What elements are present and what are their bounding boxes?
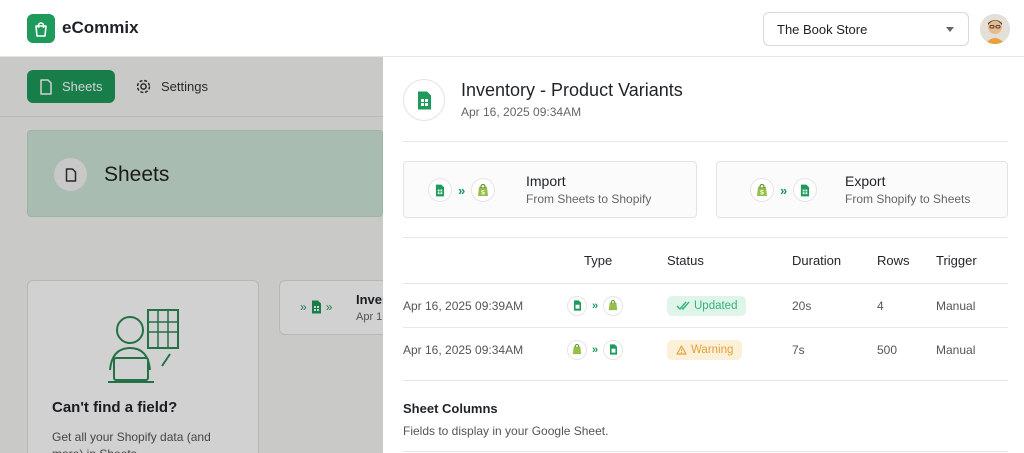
column-header-status: Status xyxy=(667,253,704,268)
sheet-detail-panel: Inventory - Product Variants Apr 16, 202… xyxy=(383,57,1024,453)
sheet-columns-subtitle: Fields to display in your Google Sheet. xyxy=(403,424,609,438)
import-subtitle: From Sheets to Shopify xyxy=(526,192,652,206)
column-header-trigger: Trigger xyxy=(936,253,977,268)
shopping-bag-icon xyxy=(35,21,47,37)
row-status: Updated xyxy=(667,284,747,327)
row-trigger: Manual xyxy=(936,298,976,313)
row-duration: 7s xyxy=(792,342,805,357)
store-selector[interactable]: The Book Store xyxy=(763,12,969,46)
row-type-import: » xyxy=(567,284,624,327)
google-sheets-icon xyxy=(793,178,818,202)
double-chevron-icon: » xyxy=(458,182,466,198)
column-header-rows: Rows xyxy=(877,253,910,268)
svg-text:S: S xyxy=(481,189,485,196)
double-chevron-icon: » xyxy=(592,299,599,312)
table-row[interactable]: Apr 16, 2025 09:34AM » Warning 7s 500 Ma… xyxy=(403,328,1008,371)
import-direction-icons: » S xyxy=(428,178,496,202)
divider xyxy=(403,141,1008,142)
double-chevron-icon: » xyxy=(592,343,599,356)
app-logo[interactable] xyxy=(27,14,55,43)
shopify-icon: S xyxy=(750,178,774,202)
divider xyxy=(403,380,1008,381)
user-avatar[interactable] xyxy=(980,14,1010,44)
export-button[interactable]: S » Export From Shopify to Sheets xyxy=(716,161,1008,218)
store-selector-value: The Book Store xyxy=(777,21,868,37)
sheet-columns-title: Sheet Columns xyxy=(403,401,498,416)
import-button[interactable]: » S Import From Sheets to Shopify xyxy=(403,161,697,218)
app-name: eCommix xyxy=(62,18,139,37)
divider xyxy=(403,237,1008,238)
chevron-down-icon xyxy=(946,27,954,32)
row-rows: 4 xyxy=(877,298,884,313)
row-trigger: Manual xyxy=(936,342,976,357)
row-rows: 500 xyxy=(877,342,898,357)
double-chevron-icon: » xyxy=(780,182,788,198)
export-subtitle: From Shopify to Sheets xyxy=(845,192,971,206)
top-header: eCommix The Book Store xyxy=(0,0,1024,57)
row-type-export: » xyxy=(567,328,624,371)
row-date: Apr 16, 2025 09:39AM xyxy=(403,298,524,313)
row-duration: 20s xyxy=(792,298,812,313)
google-sheets-icon xyxy=(428,178,452,202)
svg-text:S: S xyxy=(760,189,764,196)
google-sheets-icon xyxy=(603,339,624,360)
export-direction-icons: S » xyxy=(750,178,818,202)
panel-date: Apr 16, 2025 09:34AM xyxy=(461,105,582,119)
google-sheets-icon xyxy=(567,295,587,316)
status-label: Updated xyxy=(694,299,738,312)
export-title: Export xyxy=(845,173,886,189)
divider xyxy=(403,451,1008,452)
modal-backdrop[interactable] xyxy=(0,57,383,453)
row-date: Apr 16, 2025 09:34AM xyxy=(403,342,524,357)
shopify-icon xyxy=(603,295,624,316)
table-row[interactable]: Apr 16, 2025 09:39AM » Updated 20s 4 Man… xyxy=(403,284,1008,327)
status-label: Warning xyxy=(691,343,734,356)
status-badge-updated: Updated xyxy=(667,295,747,316)
status-badge-warning: Warning xyxy=(667,339,743,360)
sheets-page-background: Sheets Settings Sheets Can't find a fiel… xyxy=(0,57,383,453)
google-sheets-icon xyxy=(403,79,445,121)
shopify-icon: S xyxy=(471,178,496,202)
double-check-icon xyxy=(676,301,690,310)
shopify-icon xyxy=(567,339,587,360)
row-status: Warning xyxy=(667,328,743,371)
panel-title: Inventory - Product Variants xyxy=(461,80,683,100)
column-header-type: Type xyxy=(584,253,613,268)
column-header-duration: Duration xyxy=(792,253,842,268)
import-title: Import xyxy=(526,173,566,189)
warning-triangle-icon xyxy=(676,344,687,355)
